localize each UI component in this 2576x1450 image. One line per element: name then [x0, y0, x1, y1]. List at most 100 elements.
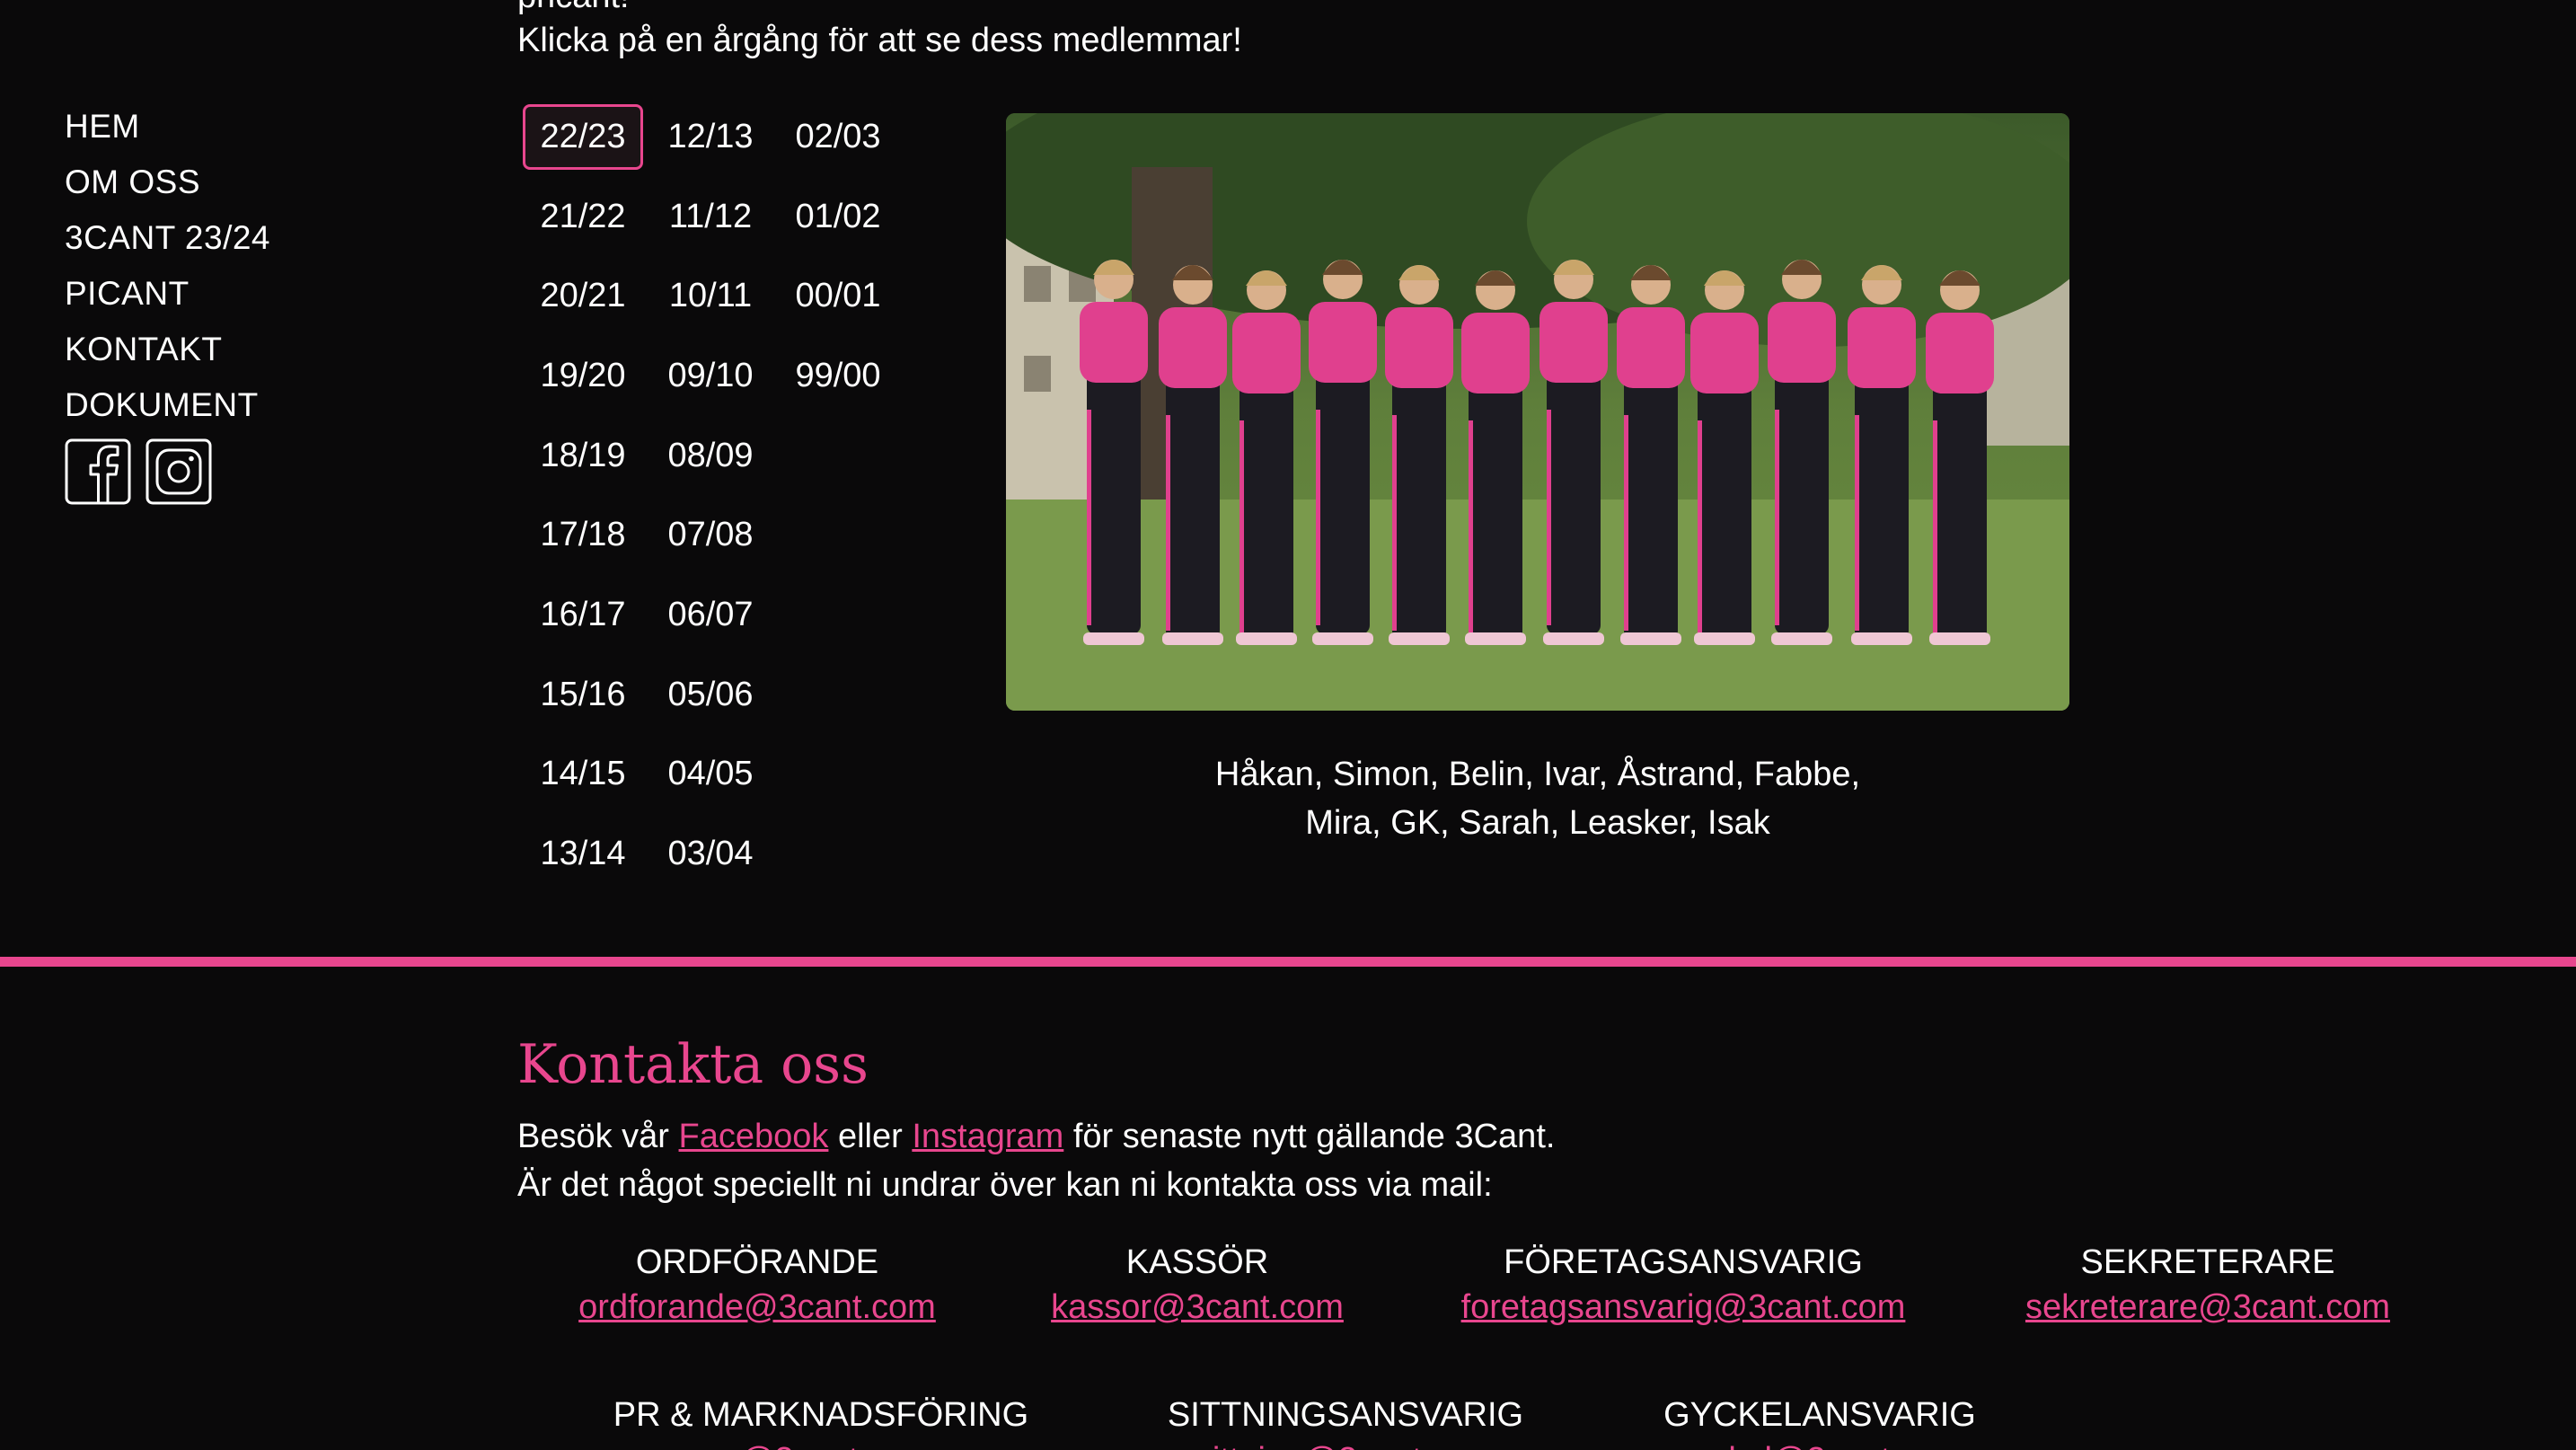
year-label: 20/21 — [540, 277, 626, 315]
person-figure — [1309, 260, 1377, 645]
year-link-04-05[interactable]: 04/05 — [647, 735, 774, 815]
facebook-icon[interactable] — [65, 438, 131, 505]
year-link-12-13[interactable]: 12/13 — [647, 97, 774, 177]
year-link-05-06[interactable]: 05/06 — [647, 655, 774, 735]
role-title: SITTNINGSANSVARIG — [1167, 1396, 1524, 1434]
role-title: GYCKELANSVARIG — [1663, 1396, 1976, 1434]
instagram-link[interactable]: Instagram — [912, 1118, 1063, 1155]
year-label: 11/12 — [668, 197, 753, 235]
year-label: 09/10 — [667, 356, 754, 394]
group-photo — [1006, 113, 2069, 711]
contact-line-2: Är det något speciellt ni undrar över ka… — [517, 1166, 1493, 1204]
year-link-11-12[interactable]: 11/12 — [647, 177, 774, 257]
year-link-09-10[interactable]: 09/10 — [647, 336, 774, 416]
year-link-17-18[interactable]: 17/18 — [519, 495, 647, 575]
person-figure — [1385, 265, 1453, 645]
year-link-03-04[interactable]: 03/04 — [647, 814, 774, 894]
contact-line-1-mid: eller — [828, 1118, 913, 1155]
year-label: 15/16 — [540, 675, 626, 713]
role-pr: PR & MARKNADSFÖRING pr@3cant.com — [562, 1393, 1080, 1450]
instagram-icon[interactable] — [146, 438, 212, 505]
year-label: 14/15 — [540, 755, 626, 793]
year-link-20-21[interactable]: 20/21 — [519, 256, 647, 336]
caption-line-2: Mira, GK, Sarah, Leasker, Isak — [1305, 804, 1770, 842]
role-title: ORDFÖRANDE — [635, 1243, 879, 1281]
year-label: 19/20 — [540, 356, 626, 394]
person-figure — [1461, 270, 1530, 645]
year-link-21-22[interactable]: 21/22 — [519, 177, 647, 257]
nav-item-3cant[interactable]: 3CANT 23/24 — [65, 210, 270, 266]
year-link-99-00[interactable]: 99/00 — [774, 336, 902, 416]
role-kassor: KASSÖR kassor@3cant.com — [997, 1240, 1398, 1330]
year-label: 04/05 — [667, 755, 754, 793]
person-figure — [1080, 260, 1148, 645]
year-link-18-19[interactable]: 18/19 — [519, 416, 647, 496]
contact-line-1-post: för senaste nytt gällande 3Cant. — [1063, 1118, 1556, 1155]
year-label: 01/02 — [795, 197, 881, 235]
role-email-link[interactable]: kassor@3cant.com — [997, 1285, 1398, 1330]
person-figure — [1848, 265, 1916, 645]
year-link-00-01[interactable]: 00/01 — [774, 256, 902, 336]
year-label: 18/19 — [540, 436, 626, 474]
year-link-19-20[interactable]: 19/20 — [519, 336, 647, 416]
year-link-13-14[interactable]: 13/14 — [519, 814, 647, 894]
person-figure — [1768, 260, 1836, 645]
sidebar-nav: HEM OM OSS 3CANT 23/24 PICANT KONTAKT DO… — [65, 99, 270, 433]
year-link-08-09[interactable]: 08/09 — [647, 416, 774, 496]
year-link-14-15[interactable]: 14/15 — [519, 735, 647, 815]
role-sittning: SITTNINGSANSVARIG sittning@3cant.com — [1123, 1393, 1568, 1450]
year-link-10-11[interactable]: 10/11 — [647, 256, 774, 336]
year-label: 06/07 — [667, 595, 754, 633]
year-label: 05/06 — [667, 675, 754, 713]
year-link-15-16[interactable]: 15/16 — [519, 655, 647, 735]
role-email-link[interactable]: gyckel@3cant.com — [1608, 1437, 2032, 1450]
year-label: 12/13 — [667, 117, 754, 155]
contact-line-1: Besök vår Facebook eller Instagram för s… — [517, 1112, 1555, 1161]
year-label: 22/23 — [523, 103, 643, 170]
nav-item-picant[interactable]: PICANT — [65, 266, 270, 322]
year-link-16-17[interactable]: 16/17 — [519, 575, 647, 655]
role-title: PR & MARKNADSFÖRING — [613, 1396, 1029, 1434]
year-label: 10/11 — [668, 277, 753, 315]
year-label: 13/14 — [540, 835, 626, 873]
year-link-02-03[interactable]: 02/03 — [774, 97, 902, 177]
person-figure — [1539, 260, 1608, 645]
person-figure — [1159, 265, 1227, 645]
nav-item-dokument[interactable]: DOKUMENT — [65, 377, 270, 433]
role-ordforande: ORDFÖRANDE ordforande@3cant.com — [517, 1240, 997, 1330]
section-divider — [0, 957, 2576, 967]
nav-item-kontakt[interactable]: KONTAKT — [65, 322, 270, 377]
photo-caption: Håkan, Simon, Belin, Ivar, Åstrand, Fabb… — [1006, 750, 2069, 847]
year-link-07-08[interactable]: 07/08 — [647, 495, 774, 575]
facebook-link[interactable]: Facebook — [679, 1118, 829, 1155]
page: pricant! Klicka på en årgång för att se … — [0, 0, 2576, 1450]
year-label: 03/04 — [667, 835, 754, 873]
contact-line-1-pre: Besök vår — [517, 1118, 679, 1155]
contact-intro: Besök vår Facebook eller Instagram för s… — [517, 1112, 1555, 1209]
role-gyckel: GYCKELANSVARIG gyckel@3cant.com — [1608, 1393, 2032, 1450]
nav-item-om-oss[interactable]: OM OSS — [65, 155, 270, 210]
role-email-link[interactable]: pr@3cant.com — [562, 1437, 1080, 1450]
role-email-link[interactable]: ordforande@3cant.com — [517, 1285, 997, 1330]
role-email-link[interactable]: sekreterare@3cant.com — [1969, 1285, 2447, 1330]
year-label: 07/08 — [667, 516, 754, 554]
year-grid: 22/23 21/22 20/21 19/20 18/19 17/18 16/17 15/16… — [519, 97, 902, 894]
group-photo-image — [1006, 113, 2069, 711]
year-label: 08/09 — [667, 436, 754, 474]
role-email-link[interactable]: sittning@3cant.com — [1123, 1437, 1568, 1450]
role-title: FÖRETAGSANSVARIG — [1504, 1243, 1863, 1281]
nav-item-hem[interactable]: HEM — [65, 99, 270, 155]
social-links — [65, 438, 212, 505]
role-email-link[interactable]: foretagsansvarig@3cant.com — [1398, 1285, 1969, 1330]
person-figure — [1926, 270, 1994, 645]
person-figure — [1232, 270, 1301, 645]
year-link-22-23[interactable]: 22/23 — [519, 97, 647, 177]
year-link-06-07[interactable]: 06/07 — [647, 575, 774, 655]
role-title: KASSÖR — [1125, 1243, 1269, 1281]
role-foretagsansvarig: FÖRETAGSANSVARIG foretagsansvarig@3cant.… — [1398, 1240, 1969, 1330]
year-label: 99/00 — [795, 356, 881, 394]
intro-text: Klicka på en årgång för att se dess medl… — [517, 22, 1242, 59]
year-label: 00/01 — [795, 277, 881, 315]
caption-line-1: Håkan, Simon, Belin, Ivar, Åstrand, Fabb… — [1214, 756, 1861, 793]
year-link-01-02[interactable]: 01/02 — [774, 177, 902, 257]
